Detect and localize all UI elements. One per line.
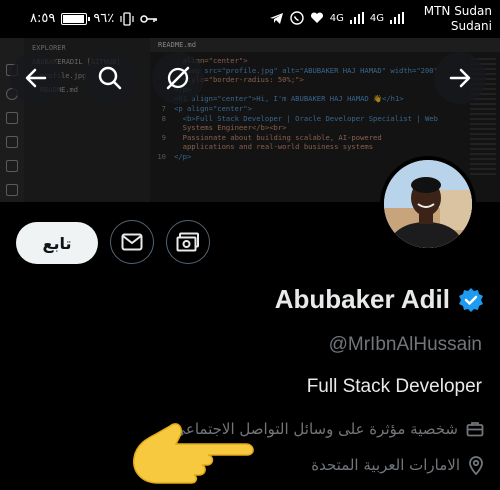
avatar-photo — [384, 160, 472, 248]
signal-icon-2 — [390, 12, 404, 24]
explorer-title: EXPLORER — [32, 44, 66, 52]
carrier-line-1: MTN Sudan — [423, 4, 492, 18]
bio: Full Stack Developer — [306, 376, 482, 397]
heart-icon — [310, 12, 323, 23]
status-left: ٨:٥٩ ٩٦٪ — [30, 11, 158, 26]
briefcase-icon — [466, 422, 484, 437]
code-text: </p> — [174, 151, 192, 161]
status-right: 4G 4G — [269, 11, 404, 25]
name-row: Abubaker Adil — [275, 284, 484, 315]
battery-percent: ٩٦٪ — [93, 11, 115, 26]
telegram-icon — [269, 12, 283, 24]
avatar[interactable] — [380, 156, 476, 252]
clock: ٨:٥٩ — [30, 11, 56, 26]
whatsapp-icon — [290, 11, 304, 25]
verified-badge-icon[interactable] — [458, 287, 484, 313]
forward-button[interactable] — [434, 52, 486, 104]
network-type-1: 4G — [329, 12, 344, 24]
vibrate-icon — [120, 11, 134, 26]
search-button[interactable] — [84, 52, 136, 104]
key-icon — [140, 14, 158, 23]
code-text: <b>Full Stack Developer | Oracle Develop… — [174, 113, 438, 123]
back-arrow-icon — [25, 68, 47, 88]
grok-icon — [166, 66, 190, 90]
location-text: الامارات العربية المتحدة — [311, 456, 460, 474]
code-line: 8 <b>Full Stack Developer | Oracle Devel… — [150, 114, 500, 124]
code-line: 9 Passionate about building scalable, AI… — [150, 133, 500, 143]
code-text: Systems Engineer</b><br> — [174, 123, 287, 133]
line-number: 7 — [161, 103, 166, 113]
code-text: <p align="center"> — [174, 103, 252, 113]
line-number — [150, 142, 174, 152]
line-number: 9 — [161, 132, 166, 142]
extensions-grid-icon — [6, 184, 18, 196]
location-pin-icon — [469, 456, 483, 475]
message-button[interactable] — [110, 220, 154, 264]
money-icon — [176, 232, 199, 252]
line-number: 10 — [157, 151, 166, 161]
grok-button[interactable] — [152, 52, 204, 104]
extensions-icon — [6, 160, 18, 172]
line-number — [150, 123, 174, 133]
battery-icon — [61, 12, 91, 25]
forward-arrow-icon — [449, 68, 471, 88]
carrier-line-2: Sudani — [450, 19, 492, 33]
back-button[interactable] — [10, 52, 62, 104]
code-line: Systems Engineer</b><br> — [150, 123, 500, 133]
code-text: Passionate about building scalable, AI-p… — [174, 132, 382, 142]
pointing-hand-icon — [133, 423, 254, 484]
subscribe-button[interactable] — [166, 220, 210, 264]
line-number: 8 — [161, 113, 166, 123]
display-name: Abubaker Adil — [274, 284, 450, 314]
code-line: applications and real-world business sys… — [150, 142, 500, 152]
network-type-2: 4G — [369, 12, 384, 24]
source-control-icon — [6, 112, 18, 124]
status-bar: ٨:٥٩ ٩٦٪ 4G 4G MTN Sudan Sudani — [0, 0, 500, 38]
code-text: <img src="profile.jpg" alt="ABUBAKER HAJ… — [174, 65, 438, 75]
code-line: 7 <p align="center"> — [150, 104, 500, 114]
follow-button[interactable]: تابع — [16, 222, 98, 264]
handle: @MrIbnAlHussain — [328, 334, 482, 355]
location-row: الامارات العربية المتحدة — [311, 455, 484, 475]
envelope-icon — [121, 233, 143, 251]
code-text: applications and real-world business sys… — [174, 142, 374, 152]
signal-icon — [349, 12, 364, 24]
search-icon — [98, 66, 122, 90]
carrier-name: MTN Sudan Sudani — [424, 4, 492, 34]
battery-level — [63, 14, 85, 23]
code-text: <h1 align="center">Hi, I'm ABUBAKER HAJ … — [174, 94, 404, 104]
editor-tab: README.md — [150, 38, 500, 52]
debug-icon — [6, 136, 18, 148]
